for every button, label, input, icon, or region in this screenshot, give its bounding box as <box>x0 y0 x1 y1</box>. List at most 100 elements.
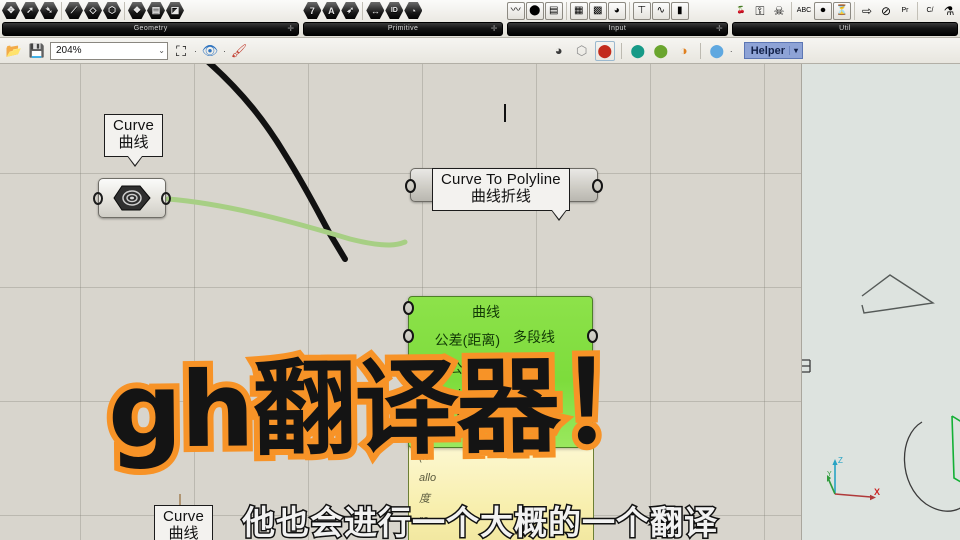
primitive-integer-icon-glyph: 7 <box>309 5 315 16</box>
ribbon-tab-label: Primitive <box>387 25 419 32</box>
overlay-exclaim: ！ <box>552 332 675 475</box>
util-key-icon[interactable]: ⚿ <box>751 2 769 20</box>
geometry-brep-icon[interactable]: ⬡ <box>103 2 121 19</box>
ribbon-separator <box>917 1 918 20</box>
input-button-icon[interactable]: ⊤ <box>632 1 651 20</box>
green-sphere-icon[interactable]: ⬤ <box>651 41 671 61</box>
geometry-line-icon[interactable]: ⟋ <box>65 2 83 19</box>
ribbon-group-input: 〰 ⬤ ▤ ▦ ▩ ◕ ⊤ ∿ ▮ Input ✛ <box>505 0 730 38</box>
util-cherry-icon[interactable]: 🍒 <box>732 2 750 20</box>
ribbon-tab-expand-icon[interactable]: ✛ <box>287 25 294 33</box>
subtitle-caption: 他也会进行一个大概的一个翻译 <box>0 496 960 540</box>
curve-node-output-port[interactable] <box>161 191 171 205</box>
yellow-panel-line-2: allo <box>419 471 437 484</box>
viewport-green-shape <box>951 415 960 483</box>
shaded-preview-icon[interactable]: ◕ <box>549 41 569 61</box>
unitz-output-port[interactable] <box>592 179 603 193</box>
curve-tooltip-top-zh: 曲线 <box>118 133 149 151</box>
wireframe-preview-icon[interactable]: ⬡ <box>572 41 592 61</box>
ctp-tooltip-zh: 曲线折线 <box>470 187 531 205</box>
geometry-vector-icon-glyph: ➚ <box>26 5 34 15</box>
primitive-path-icon[interactable]: ➶ <box>341 2 360 19</box>
util-skull-icon[interactable]: ☠ <box>770 2 788 20</box>
zoom-extents-icon[interactable]: ⛶ <box>171 41 191 61</box>
ribbon-separator <box>628 1 630 20</box>
input-curve-graph-icon[interactable]: ∿ <box>651 1 670 20</box>
viewport-polyline-shape <box>861 274 935 314</box>
primitive-text-icon[interactable]: A <box>322 2 341 19</box>
bake-icon[interactable]: 🖌 <box>229 41 249 61</box>
teal-sphere-icon[interactable]: ⬤ <box>628 41 648 61</box>
util-premiere-icon[interactable]: Pr <box>896 2 914 20</box>
helper-dropdown-button[interactable]: Helper ▾ <box>743 42 803 59</box>
ribbon-separator <box>362 1 364 20</box>
curve-to-polyline-tooltip: Curve To Polyline 曲线折线 <box>432 168 570 221</box>
primitive-integer-icon[interactable]: 7 <box>303 2 322 19</box>
input-graph-mapper-icon[interactable]: 〰 <box>506 1 525 20</box>
blue-sphere-icon[interactable]: ⬤ <box>707 41 727 61</box>
geometry-line-icon-glyph: ⟋ <box>70 5 78 15</box>
input-value-list-icon[interactable]: ▦ <box>569 1 588 20</box>
geometry-curve-icon[interactable]: ➴ <box>40 2 58 19</box>
preview-eye-icon[interactable]: 👁 <box>200 41 220 61</box>
wire-green-curve <box>165 196 408 248</box>
primitive-id-icon[interactable]: ID <box>385 2 404 19</box>
util-cad-icon[interactable]: C/ <box>921 2 939 20</box>
geometry-surface-icon[interactable]: ❖ <box>128 2 146 19</box>
util-arrow-right-icon[interactable]: ⇨ <box>858 2 876 20</box>
overlay-title-text: gh翻译器 <box>101 339 565 478</box>
zoom-level-select[interactable]: 204% ⌄ <box>50 41 168 60</box>
viewport-edge-glyph <box>802 359 811 373</box>
primitive-interval-icon[interactable]: ↔ <box>366 2 385 19</box>
primitive-guid-icon[interactable]: ◔ <box>404 2 423 19</box>
util-abc-icon[interactable]: ABC <box>795 2 813 20</box>
orange-sphere-icon[interactable]: ◑ <box>674 41 694 61</box>
ribbon-toolbar: ✥ ➚ ➴ ⟋ ◇ ⬡ ❖ ▤ ◪ Geometry ✛ 7 A ➶ ↔ ID ◔ Primitive ✛ 〰 ⬤ ▤ ▦ ▩… <box>0 0 960 38</box>
input-knob-icon[interactable]: ⬤ <box>525 1 544 20</box>
primitive-text-icon-glyph: A <box>328 5 335 16</box>
curve-param-node[interactable] <box>93 178 171 218</box>
ctp-input-port-0[interactable] <box>403 301 414 315</box>
ribbon-tab-label: Util <box>839 25 851 32</box>
ctp-tooltip-en: Curve To Polyline <box>441 171 561 188</box>
ribbon-tab-expand-icon[interactable]: ✛ <box>491 25 498 33</box>
geometry-plane-icon[interactable]: ◇ <box>84 2 102 19</box>
zoom-level-value: 204% <box>56 45 82 56</box>
primitive-interval-icon-glyph: ↔ <box>370 5 380 16</box>
input-colour-swatch-icon[interactable]: ▮ <box>670 1 689 20</box>
red-preview-icon[interactable]: ⬤ <box>594 40 615 61</box>
overlay-title: gh翻译器！ <box>101 332 675 478</box>
ribbon-tab-util[interactable]: Util <box>732 22 958 36</box>
toolbar-divider-1 <box>620 42 622 59</box>
primitive-guid-icon-glyph: ◔ <box>410 5 417 16</box>
ribbon-tab-expand-icon[interactable]: ✛ <box>716 25 723 33</box>
toolbar-dot-1: · <box>194 45 197 56</box>
ribbon-tab-primitive[interactable]: Primitive ✛ <box>303 22 503 36</box>
toolbar-dot-3: · <box>729 45 733 56</box>
ribbon-icon-strip: 7 A ➶ ↔ ID ◔ <box>301 0 504 20</box>
ribbon-tab-geometry[interactable]: Geometry ✛ <box>2 22 300 36</box>
input-clock-icon[interactable]: ◕ <box>607 1 626 20</box>
ribbon-icon-strip: 🍒 ⚿ ☠ ABC ⏺ ⏳ ⇨ ⊘ Pr C/⚗ <box>730 0 960 20</box>
util-no-entry-icon[interactable]: ⊘ <box>877 2 895 20</box>
secondary-toolbar: 📂 💾 204% ⌄ ⛶ · 👁 · 🖌 ◕ ⬡ ⬤ ⬤ ⬤ ◑ ⬤ · Hel… <box>0 38 960 64</box>
curve-node-icon <box>113 185 151 211</box>
util-record-icon[interactable]: ⏺ <box>814 1 832 20</box>
util-flask-icon[interactable]: ⚗ <box>940 2 958 20</box>
geometry-point-icon[interactable]: ✥ <box>2 2 20 19</box>
geometry-group-icon[interactable]: ▤ <box>147 2 165 19</box>
util-filter-icon[interactable]: ⏳ <box>833 1 851 20</box>
rhino-viewport[interactable]: Z Y X <box>801 64 960 540</box>
geometry-mesh-icon[interactable]: ◪ <box>166 2 184 19</box>
ctp-input-port-1[interactable] <box>403 329 414 343</box>
input-panel-icon[interactable]: ▤ <box>544 1 563 20</box>
save-file-icon[interactable]: 💾 <box>27 41 47 61</box>
open-file-icon[interactable]: 📂 <box>4 41 24 61</box>
ribbon-icon-strip: 〰 ⬤ ▤ ▦ ▩ ◕ ⊤ ∿ ▮ <box>505 0 730 20</box>
unitz-input-port[interactable] <box>405 179 416 193</box>
input-gradient-icon[interactable]: ▩ <box>588 1 607 20</box>
curve-node-input-port[interactable] <box>93 191 103 205</box>
ribbon-tab-input[interactable]: Input ✛ <box>506 22 728 36</box>
geometry-plane-icon-glyph: ◇ <box>89 5 97 15</box>
geometry-vector-icon[interactable]: ➚ <box>21 2 39 19</box>
